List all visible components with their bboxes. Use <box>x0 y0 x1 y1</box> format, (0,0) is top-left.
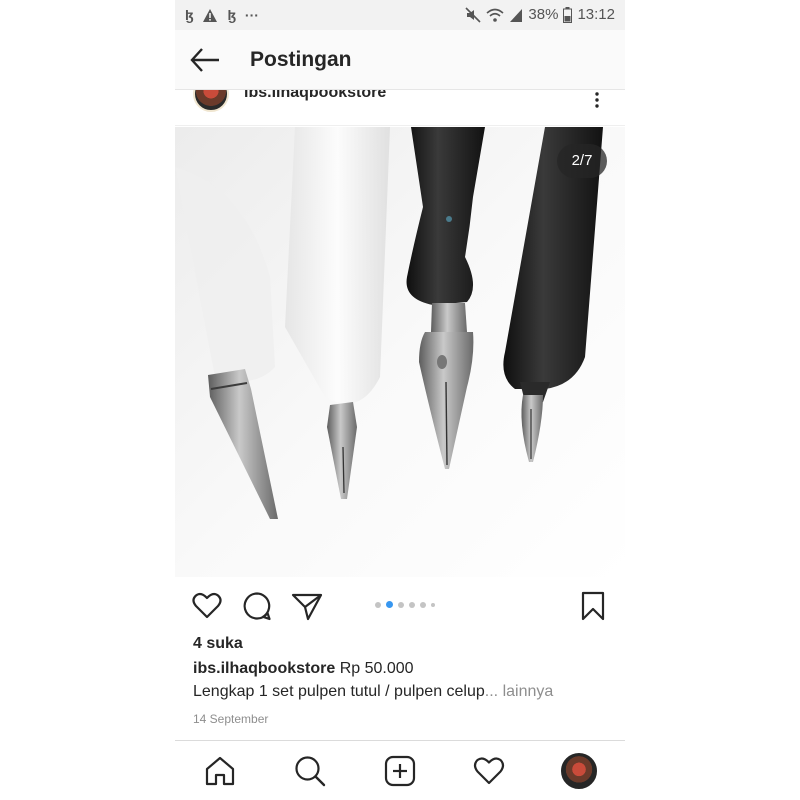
caption-price: Rp 50.000 <box>339 660 414 677</box>
battery-percent: 38% <box>528 6 559 23</box>
notification-app-icon: ɮ <box>185 7 194 23</box>
more-options-icon[interactable] <box>594 92 600 108</box>
photo-counter-badge: 2/7 <box>557 144 607 178</box>
pen-nibs-photo <box>175 127 625 577</box>
app-header: Postingan <box>175 30 625 90</box>
battery-icon <box>563 6 573 23</box>
carousel-dot <box>420 601 426 608</box>
status-notifications: ɮ ɮ ··· <box>185 6 259 24</box>
author-avatar[interactable] <box>193 90 229 112</box>
carousel-indicator <box>375 601 435 608</box>
caption-username[interactable]: ibs.ilhaqbookstore <box>193 660 335 677</box>
caption-line-1: ibs.ilhaqbookstore Rp 50.000 <box>193 660 414 678</box>
carousel-dot <box>375 601 381 608</box>
back-arrow-icon[interactable] <box>189 46 221 74</box>
mute-icon <box>465 6 481 23</box>
page-title: Postingan <box>250 48 352 71</box>
new-post-plus-icon[interactable] <box>383 754 417 788</box>
like-heart-icon[interactable] <box>191 590 223 622</box>
carousel-dot-active <box>386 601 393 608</box>
clock: 13:12 <box>577 6 615 23</box>
carousel-dot <box>398 601 404 608</box>
more-notifications-icon: ··· <box>244 7 259 23</box>
signal-icon <box>510 8 523 22</box>
home-icon[interactable] <box>203 754 237 788</box>
profile-avatar[interactable] <box>561 753 597 789</box>
caption-text: Lengkap 1 set pulpen tutul / pulpen celu… <box>193 683 485 700</box>
search-icon[interactable] <box>293 754 327 788</box>
comment-icon[interactable] <box>241 590 273 622</box>
like-count[interactable]: 4 suka <box>193 635 243 653</box>
status-bar: ɮ ɮ ··· 38% 13:12 <box>175 0 625 30</box>
wifi-icon <box>486 8 504 22</box>
status-system: 38% 13:12 <box>465 6 615 23</box>
activity-heart-icon[interactable] <box>472 754 506 788</box>
caption-more-link[interactable]: ... lainnya <box>485 683 553 700</box>
instagram-app: ɮ ɮ ··· 38% 13:12 Postingan ibs.ilhaqboo… <box>175 0 625 800</box>
author-username[interactable]: ibs.ilhaqbookstore <box>244 90 386 102</box>
carousel-dot <box>409 601 415 608</box>
post-author-row: ibs.ilhaqbookstore <box>175 90 625 126</box>
bookmark-save-icon[interactable] <box>577 590 609 622</box>
warning-icon <box>203 8 218 22</box>
caption-line-2: Lengkap 1 set pulpen tutul / pulpen celu… <box>193 683 553 701</box>
notification-app-icon: ɮ <box>227 7 236 23</box>
post-date: 14 September <box>193 712 269 726</box>
bottom-nav <box>175 740 625 800</box>
post-photo[interactable]: 2/7 <box>175 127 625 577</box>
carousel-dot <box>431 602 435 607</box>
share-send-icon[interactable] <box>291 590 323 622</box>
post-action-bar <box>175 584 625 628</box>
